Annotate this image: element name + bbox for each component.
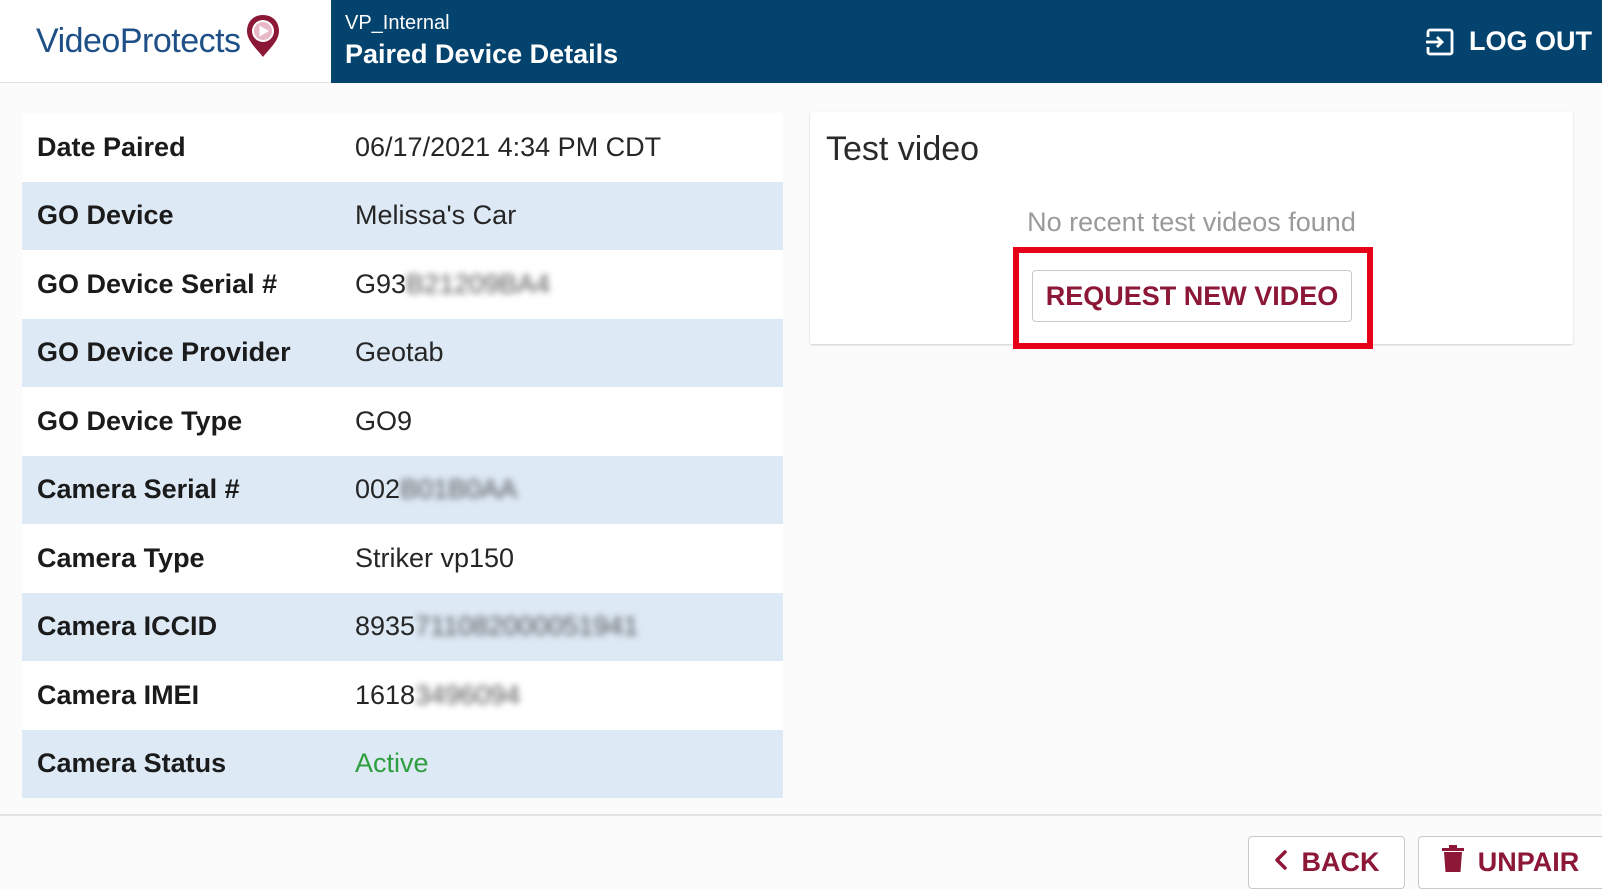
detail-value: 1618 3496094 (355, 680, 520, 711)
detail-value: 06/17/2021 4:34 PM CDT (355, 132, 661, 163)
detail-value: Active (355, 748, 429, 779)
detail-value: GO9 (355, 406, 412, 437)
unpair-button[interactable]: UNPAIR (1418, 836, 1602, 889)
brand-logo[interactable]: VideoProtects (0, 0, 331, 83)
brand-name: VideoProtects (36, 21, 241, 60)
detail-label: Camera ICCID (37, 611, 218, 642)
detail-label: GO Device Provider (37, 337, 291, 368)
detail-value: Geotab (355, 337, 444, 368)
detail-value-text: Striker vp150 (355, 542, 515, 573)
page-title: Paired Device Details (345, 38, 619, 69)
chevron-left-icon (1274, 847, 1288, 878)
back-button[interactable]: BACK (1248, 836, 1405, 889)
detail-value: 8935 711082000051941 (355, 611, 638, 642)
detail-value: Striker vp150 (355, 543, 514, 574)
detail-value-text: GO9 (355, 405, 413, 436)
title-bar: VP_Internal Paired Device Details LOG OU… (331, 0, 1602, 83)
redacted-value: 711082000051941 (415, 611, 639, 642)
detail-label: Camera Status (37, 748, 227, 779)
trash-icon (1441, 845, 1464, 880)
logout-button[interactable]: LOG OUT (1425, 20, 1592, 63)
title-stack: VP_Internal Paired Device Details (345, 11, 619, 70)
empty-message: No recent test videos found (1027, 207, 1356, 237)
detail-label: Date Paired (37, 131, 186, 162)
detail-value-text: Melissa's Car (355, 200, 517, 231)
detail-row: Camera Status Active (22, 729, 783, 798)
unpair-label: UNPAIR (1477, 847, 1580, 877)
redacted-value: 3496094 (415, 679, 521, 710)
detail-value-text: Active (355, 748, 429, 779)
app-header: VideoProtects VP_Internal Paired Device … (0, 0, 1602, 83)
detail-row: Camera Serial # 002 B01B0AA (22, 455, 783, 524)
footer-bar: BACK UNPAIR (0, 814, 1602, 889)
detail-row: Camera ICCID 8935 711082000051941 (22, 592, 783, 661)
detail-row: Camera IMEI 1618 3496094 (22, 661, 783, 730)
back-label: BACK (1301, 847, 1380, 877)
detail-value-text: 06/17/2021 4:34 PM CDT (355, 131, 662, 162)
test-video-card: Test video No recent test videos found R… (810, 112, 1573, 349)
detail-label: Camera Serial # (37, 474, 240, 505)
device-details-table: Date Paired 06/17/2021 4:34 PM CDT GO Devi… (22, 113, 783, 798)
request-new-video-button[interactable]: REQUEST NEW VIDEO (1032, 270, 1352, 322)
detail-label: Camera IMEI (37, 679, 200, 710)
detail-row: GO Device Provider Geotab (22, 318, 783, 387)
play-pin-icon (245, 13, 281, 64)
org-name: VP_Internal (345, 11, 450, 34)
detail-value: G93 B21209BA4 (355, 269, 550, 300)
detail-label: GO Device Type (37, 405, 243, 436)
detail-value-text: G93 (355, 268, 407, 299)
redacted-value: B01B0AA (400, 474, 518, 505)
detail-value-text: 1618 (355, 679, 416, 710)
detail-label: GO Device (37, 200, 174, 231)
detail-row: Camera Type Striker vp150 (22, 524, 783, 593)
test-video-title: Test video (826, 130, 980, 168)
detail-value-text: Geotab (355, 337, 444, 368)
logout-icon (1425, 27, 1455, 57)
detail-value-text: 002 (355, 474, 401, 505)
detail-row: Date Paired 06/17/2021 4:34 PM CDT (22, 113, 783, 182)
detail-row: GO Device Melissa's Car (22, 181, 783, 250)
detail-label: GO Device Serial # (37, 268, 278, 299)
detail-value: Melissa's Car (355, 200, 516, 231)
redacted-value: B21209BA4 (406, 268, 551, 299)
detail-row: GO Device Serial # G93 B21209BA4 (22, 250, 783, 319)
logout-label: LOG OUT (1469, 26, 1592, 56)
detail-value-text: 8935 (355, 611, 416, 642)
detail-row: GO Device Type GO9 (22, 387, 783, 456)
detail-value: 002 B01B0AA (355, 474, 517, 505)
detail-label: Camera Type (37, 542, 205, 573)
